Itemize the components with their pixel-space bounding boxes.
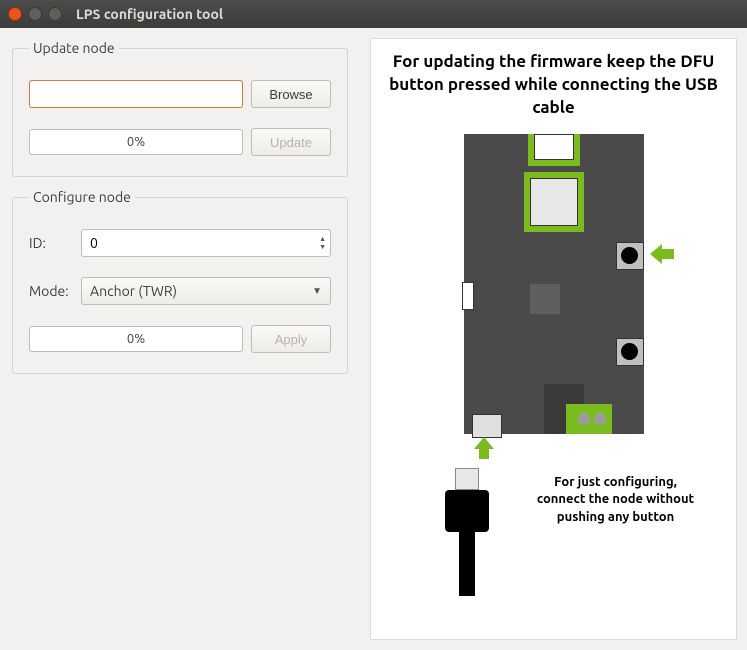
window-titlebar: LPS configuration tool [0, 0, 747, 28]
browse-button[interactable]: Browse [251, 80, 331, 108]
apply-button[interactable]: Apply [251, 325, 331, 353]
configure-progress: 0% [29, 326, 243, 352]
arrow-up-icon [474, 437, 494, 464]
mode-select[interactable]: Anchor (TWR) ▼ [81, 277, 331, 305]
arrow-left-icon [650, 242, 674, 269]
update-progress: 0% [29, 129, 243, 155]
board-diagram [464, 134, 644, 434]
window-maximize-button[interactable] [48, 7, 62, 21]
id-spinbox[interactable]: 0 ▲▼ [81, 229, 331, 257]
configure-node-legend: Configure node [29, 189, 135, 205]
id-label: ID: [29, 235, 73, 251]
instruction-panel: For updating the firmware keep the DFU b… [370, 38, 737, 640]
right-pane: For updating the firmware keep the DFU b… [360, 28, 747, 650]
update-node-legend: Update node [29, 40, 119, 56]
instruction-top-text: For updating the firmware keep the DFU b… [379, 51, 728, 120]
window-title: LPS configuration tool [76, 6, 223, 22]
configure-node-group: Configure node ID: 0 ▲▼ Mode: Anchor (TW… [12, 189, 348, 374]
id-value: 0 [90, 235, 319, 251]
usb-plug-icon [445, 468, 489, 596]
instruction-bottom-text: For just configuring, connect the node w… [536, 474, 696, 527]
update-node-group: Update node Browse 0% Update [12, 40, 348, 177]
spin-arrows-icon[interactable]: ▲▼ [319, 235, 328, 251]
chevron-down-icon: ▼ [312, 285, 322, 297]
left-pane: Update node Browse 0% Update Configure n… [0, 28, 360, 650]
update-button[interactable]: Update [251, 128, 331, 156]
window-close-button[interactable] [8, 7, 22, 21]
firmware-file-input[interactable] [29, 80, 243, 108]
mode-value: Anchor (TWR) [90, 283, 312, 299]
window-minimize-button[interactable] [28, 7, 42, 21]
mode-label: Mode: [29, 283, 73, 299]
